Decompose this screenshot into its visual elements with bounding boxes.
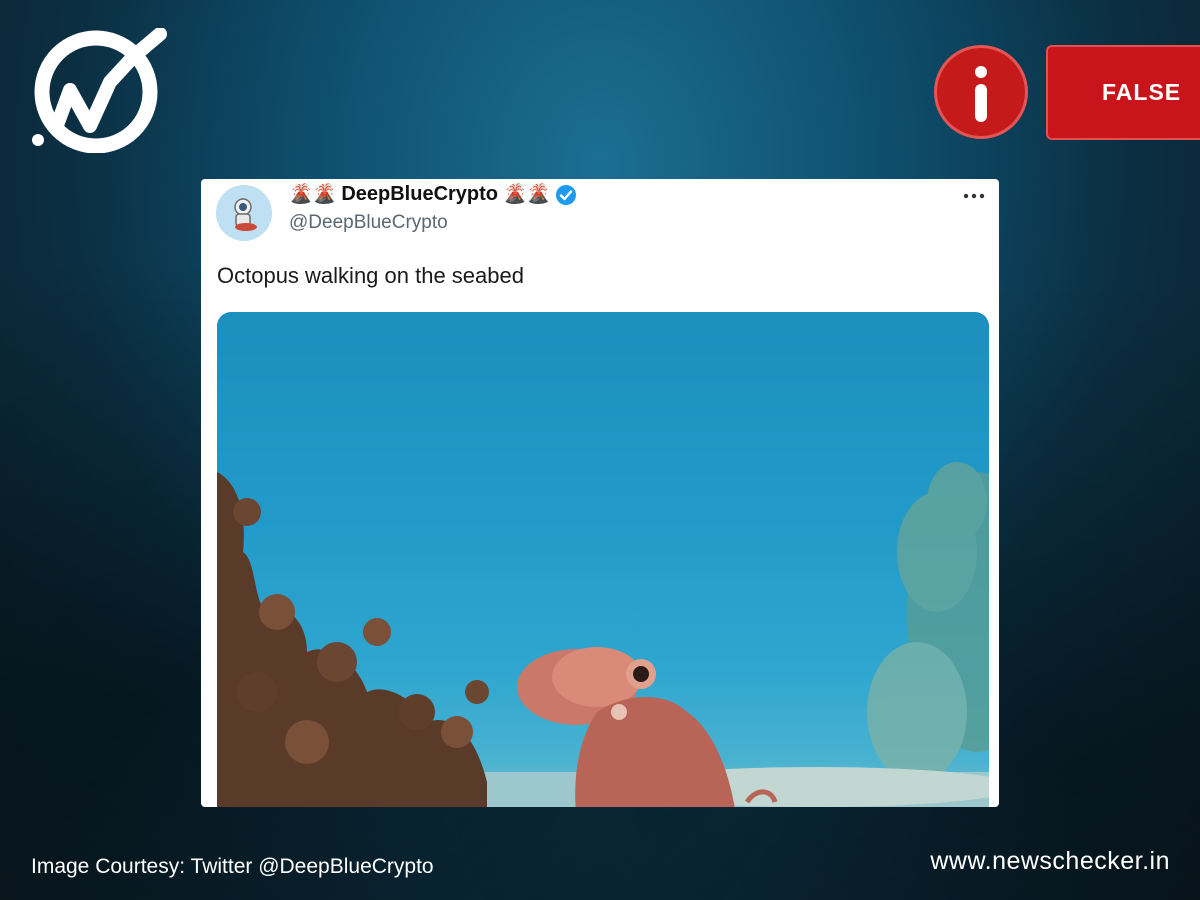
info-icon bbox=[934, 45, 1028, 139]
more-horizontal-icon[interactable] bbox=[963, 183, 985, 205]
tweet-card: 🌋🌋 DeepBlueCrypto 🌋🌋 @DeepBlueCrypto Oct… bbox=[201, 179, 999, 807]
display-name[interactable]: DeepBlueCrypto bbox=[341, 183, 498, 206]
foreground-coral bbox=[217, 472, 489, 807]
newschecker-logo bbox=[30, 27, 170, 154]
verdict-badge: FALSE bbox=[1046, 45, 1200, 140]
site-url: www.newschecker.in bbox=[930, 847, 1170, 875]
volcano-emoji-right: 🌋🌋 bbox=[503, 184, 551, 205]
verified-badge-icon bbox=[555, 184, 577, 206]
tweet-handle[interactable]: @DeepBlueCrypto bbox=[289, 212, 448, 234]
verdict-label: FALSE bbox=[1102, 79, 1182, 105]
image-courtesy: Image Courtesy: Twitter @DeepBlueCrypto bbox=[31, 855, 434, 878]
tweet-media-image[interactable] bbox=[217, 312, 989, 807]
tweet-text: Octopus walking on the seabed bbox=[217, 263, 524, 288]
background-coral bbox=[867, 462, 989, 782]
display-name-row[interactable]: 🌋🌋 DeepBlueCrypto 🌋🌋 bbox=[289, 183, 577, 206]
volcano-emoji-left: 🌋🌋 bbox=[289, 184, 337, 205]
avatar[interactable] bbox=[216, 185, 272, 241]
